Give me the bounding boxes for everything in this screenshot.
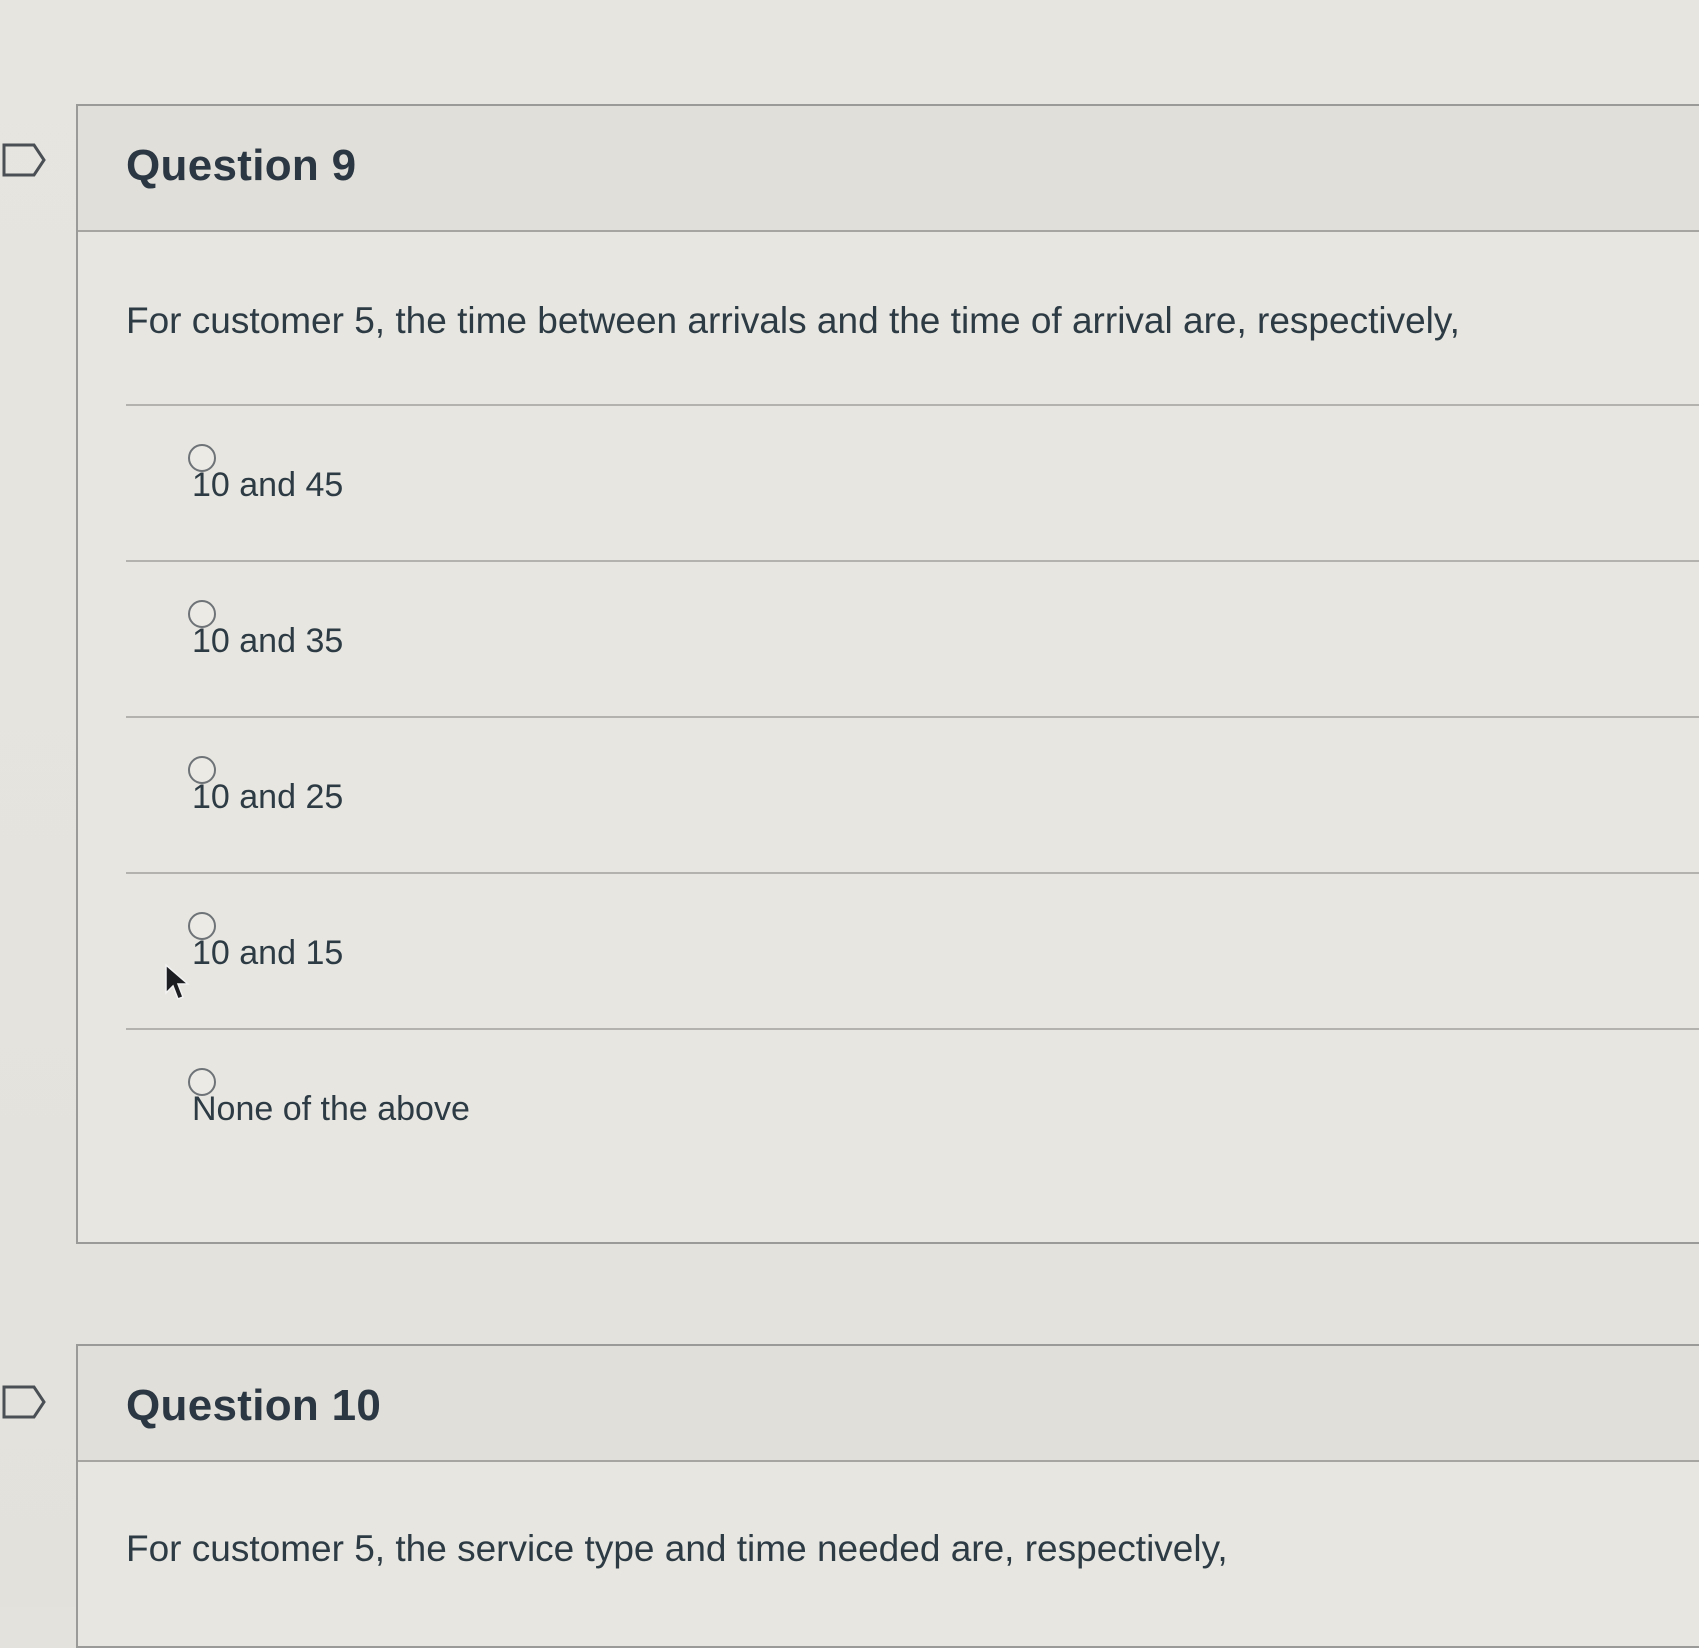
question-9-text: For customer 5, the time between arrival… <box>126 300 1460 341</box>
question-9-card: Question 9 For customer 5, the time betw… <box>76 104 1699 1244</box>
flag-question-icon[interactable] <box>2 1384 46 1420</box>
mouse-pointer-icon <box>165 963 191 1000</box>
answer-label[interactable]: 10 and 15 <box>192 934 343 973</box>
answer-option[interactable]: 10 and 25 <box>126 716 1699 874</box>
answer-label[interactable]: 10 and 45 <box>192 466 343 505</box>
answer-label[interactable]: 10 and 35 <box>192 622 343 661</box>
question-10-title: Question 10 <box>126 1381 382 1430</box>
question-9-title: Question 9 <box>126 141 357 190</box>
answer-label[interactable]: None of the above <box>192 1090 470 1129</box>
question-9-header: Question 9 <box>78 106 1699 232</box>
answer-label[interactable]: 10 and 25 <box>192 778 343 817</box>
flag-question-icon[interactable] <box>2 142 46 178</box>
question-10-text: For customer 5, the service type and tim… <box>126 1528 1228 1569</box>
question-10-card: Question 10 For customer 5, the service … <box>76 1344 1699 1648</box>
answer-option[interactable]: 10 and 45 <box>126 404 1699 562</box>
question-10-header: Question 10 <box>78 1346 1699 1462</box>
answer-option[interactable]: None of the above <box>126 1028 1699 1186</box>
answer-option[interactable]: 10 and 15 <box>126 872 1699 1030</box>
answer-option[interactable]: 10 and 35 <box>126 560 1699 718</box>
quiz-page: Question 9 For customer 5, the time betw… <box>0 0 1699 1648</box>
